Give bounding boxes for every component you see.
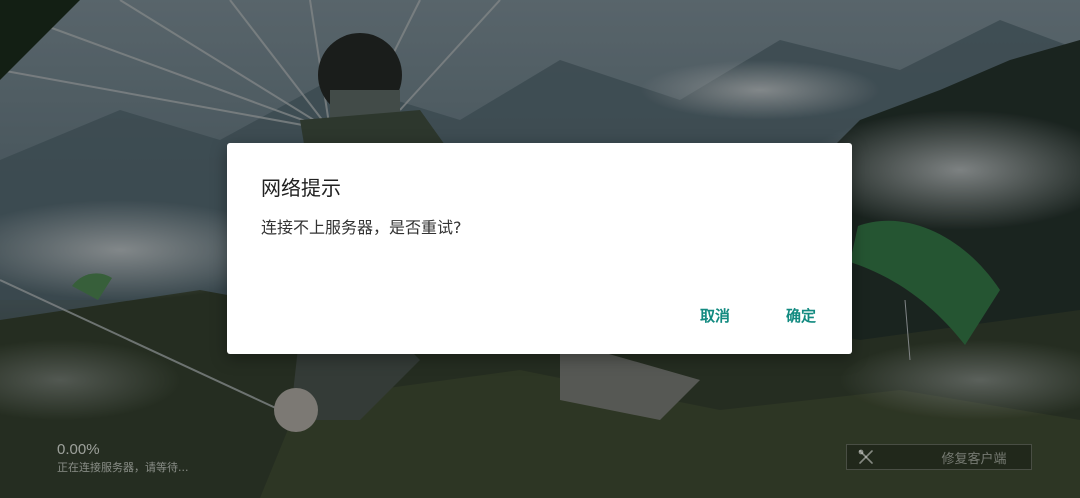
network-dialog: 网络提示 连接不上服务器，是否重试? 取消 确定 [227, 143, 852, 354]
dialog-title: 网络提示 [261, 176, 341, 200]
dialog-actions: 取消 确定 [692, 301, 824, 330]
confirm-button[interactable]: 确定 [778, 301, 824, 330]
repair-client-label: 修复客户端 [941, 451, 1007, 467]
game-screen: 0.00% 正在连接服务器，请等待... 修复客户端 网络提示 连接不上服务器，… [0, 0, 1080, 498]
repair-client-button[interactable]: 修复客户端 [846, 444, 1032, 470]
wrench-screwdriver-icon [855, 446, 877, 468]
loading-status: 正在连接服务器，请等待... [57, 461, 189, 474]
dialog-message: 连接不上服务器，是否重试? [261, 218, 462, 237]
cancel-button[interactable]: 取消 [692, 301, 738, 330]
loading-percent: 0.00% [57, 441, 100, 458]
